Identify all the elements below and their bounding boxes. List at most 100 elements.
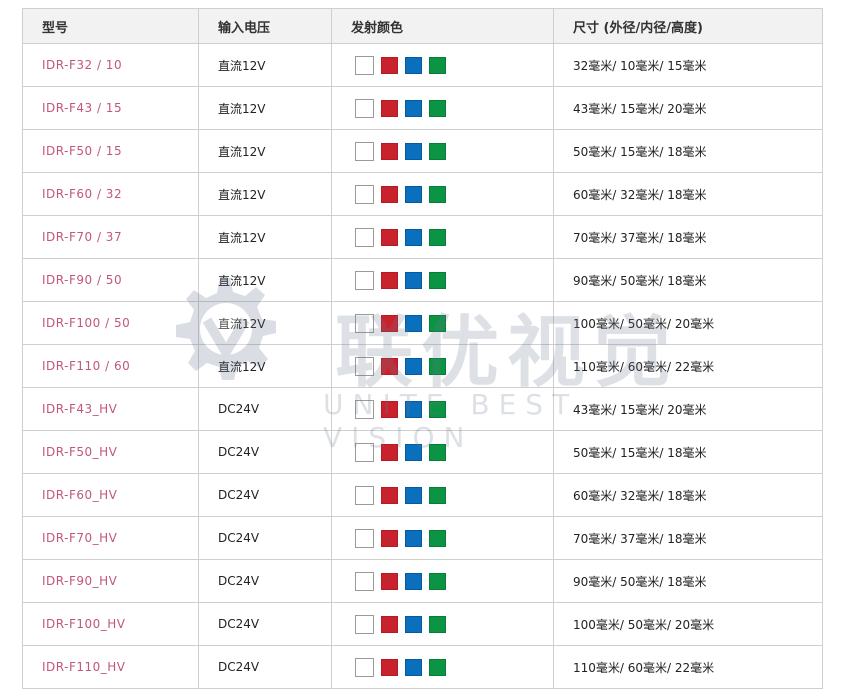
voltage-cell: DC24V — [198, 430, 332, 474]
blue-swatch — [405, 615, 422, 633]
blue-swatch — [405, 228, 422, 246]
red-swatch — [381, 228, 398, 246]
green-swatch — [429, 486, 446, 504]
size-cell: 100毫米/ 50毫米/ 20毫米 — [553, 301, 823, 345]
voltage-cell: DC24V — [198, 516, 332, 560]
colors-cell — [331, 516, 554, 560]
white-swatch — [355, 614, 374, 634]
model-cell: IDR-F90 / 50 — [22, 258, 199, 302]
size-cell: 32毫米/ 10毫米/ 15毫米 — [553, 43, 823, 87]
blue-swatch — [405, 271, 422, 289]
voltage-cell: DC24V — [198, 559, 332, 603]
model-cell: IDR-F32 / 10 — [22, 43, 199, 87]
size-cell: 43毫米/ 15毫米/ 20毫米 — [553, 387, 823, 431]
table-row: IDR-F100_HV DC24V 100毫米/ 50毫米/ 20毫米 — [22, 602, 823, 646]
white-swatch — [355, 442, 374, 462]
colors-cell — [331, 129, 554, 173]
colors-cell — [331, 602, 554, 646]
red-swatch — [381, 658, 398, 676]
size-cell: 110毫米/ 60毫米/ 22毫米 — [553, 645, 823, 689]
green-swatch — [429, 658, 446, 676]
size-cell: 50毫米/ 15毫米/ 18毫米 — [553, 430, 823, 474]
size-cell: 90毫米/ 50毫米/ 18毫米 — [553, 559, 823, 603]
red-swatch — [381, 56, 398, 74]
model-cell: IDR-F70 / 37 — [22, 215, 199, 259]
table-row: IDR-F60_HV DC24V 60毫米/ 32毫米/ 18毫米 — [22, 473, 823, 517]
voltage-cell: 直流12V — [198, 258, 332, 302]
white-swatch — [355, 55, 374, 75]
white-swatch — [355, 270, 374, 290]
red-swatch — [381, 400, 398, 418]
blue-swatch — [405, 486, 422, 504]
voltage-cell: 直流12V — [198, 301, 332, 345]
red-swatch — [381, 572, 398, 590]
size-cell: 60毫米/ 32毫米/ 18毫米 — [553, 172, 823, 216]
white-swatch — [355, 313, 374, 333]
table-row: IDR-F50 / 15 直流12V 50毫米/ 15毫米/ 18毫米 — [22, 129, 823, 173]
product-spec-table: 型号 输入电压 发射颜色 尺寸 (外径/内径/高度) IDR-F32 / 10 直… — [22, 8, 823, 689]
model-cell: IDR-F43 / 15 — [22, 86, 199, 130]
green-swatch — [429, 56, 446, 74]
green-swatch — [429, 185, 446, 203]
blue-swatch — [405, 357, 422, 375]
white-swatch — [355, 184, 374, 204]
size-cell: 43毫米/ 15毫米/ 20毫米 — [553, 86, 823, 130]
colors-cell — [331, 215, 554, 259]
product-spec-table-wrapper: 型号 输入电压 发射颜色 尺寸 (外径/内径/高度) IDR-F32 / 10 直… — [22, 8, 823, 689]
green-swatch — [429, 228, 446, 246]
red-swatch — [381, 271, 398, 289]
voltage-cell: DC24V — [198, 473, 332, 517]
white-swatch — [355, 485, 374, 505]
colors-cell — [331, 258, 554, 302]
colors-cell — [331, 430, 554, 474]
colors-cell — [331, 86, 554, 130]
table-row: IDR-F43_HV DC24V 43毫米/ 15毫米/ 20毫米 — [22, 387, 823, 431]
header-model: 型号 — [22, 8, 199, 44]
size-cell: 70毫米/ 37毫米/ 18毫米 — [553, 215, 823, 259]
green-swatch — [429, 529, 446, 547]
colors-cell — [331, 301, 554, 345]
green-swatch — [429, 443, 446, 461]
colors-cell — [331, 473, 554, 517]
table-row: IDR-F60 / 32 直流12V 60毫米/ 32毫米/ 18毫米 — [22, 172, 823, 216]
red-swatch — [381, 314, 398, 332]
voltage-cell: DC24V — [198, 645, 332, 689]
green-swatch — [429, 99, 446, 117]
green-swatch — [429, 142, 446, 160]
green-swatch — [429, 357, 446, 375]
table-row: IDR-F100 / 50 直流12V 100毫米/ 50毫米/ 20毫米 — [22, 301, 823, 345]
table-row: IDR-F110_HV DC24V 110毫米/ 60毫米/ 22毫米 — [22, 645, 823, 689]
white-swatch — [355, 141, 374, 161]
red-swatch — [381, 615, 398, 633]
table-row: IDR-F70_HV DC24V 70毫米/ 37毫米/ 18毫米 — [22, 516, 823, 560]
model-cell: IDR-F100_HV — [22, 602, 199, 646]
blue-swatch — [405, 99, 422, 117]
model-cell: IDR-F90_HV — [22, 559, 199, 603]
header-colors: 发射颜色 — [331, 8, 554, 44]
size-cell: 70毫米/ 37毫米/ 18毫米 — [553, 516, 823, 560]
colors-cell — [331, 387, 554, 431]
size-cell: 110毫米/ 60毫米/ 22毫米 — [553, 344, 823, 388]
model-cell: IDR-F50 / 15 — [22, 129, 199, 173]
size-cell: 60毫米/ 32毫米/ 18毫米 — [553, 473, 823, 517]
model-cell: IDR-F100 / 50 — [22, 301, 199, 345]
model-cell: IDR-F60 / 32 — [22, 172, 199, 216]
model-cell: IDR-F70_HV — [22, 516, 199, 560]
voltage-cell: 直流12V — [198, 344, 332, 388]
colors-cell — [331, 344, 554, 388]
header-size: 尺寸 (外径/内径/高度) — [553, 8, 823, 44]
table-row: IDR-F110 / 60 直流12V 110毫米/ 60毫米/ 22毫米 — [22, 344, 823, 388]
table-row: IDR-F90_HV DC24V 90毫米/ 50毫米/ 18毫米 — [22, 559, 823, 603]
voltage-cell: 直流12V — [198, 43, 332, 87]
blue-swatch — [405, 443, 422, 461]
size-cell: 90毫米/ 50毫米/ 18毫米 — [553, 258, 823, 302]
green-swatch — [429, 271, 446, 289]
voltage-cell: 直流12V — [198, 86, 332, 130]
voltage-cell: 直流12V — [198, 172, 332, 216]
blue-swatch — [405, 572, 422, 590]
blue-swatch — [405, 658, 422, 676]
voltage-cell: DC24V — [198, 602, 332, 646]
green-swatch — [429, 615, 446, 633]
table-body: IDR-F32 / 10 直流12V 32毫米/ 10毫米/ 15毫米 IDR-F43… — [22, 43, 823, 689]
blue-swatch — [405, 185, 422, 203]
